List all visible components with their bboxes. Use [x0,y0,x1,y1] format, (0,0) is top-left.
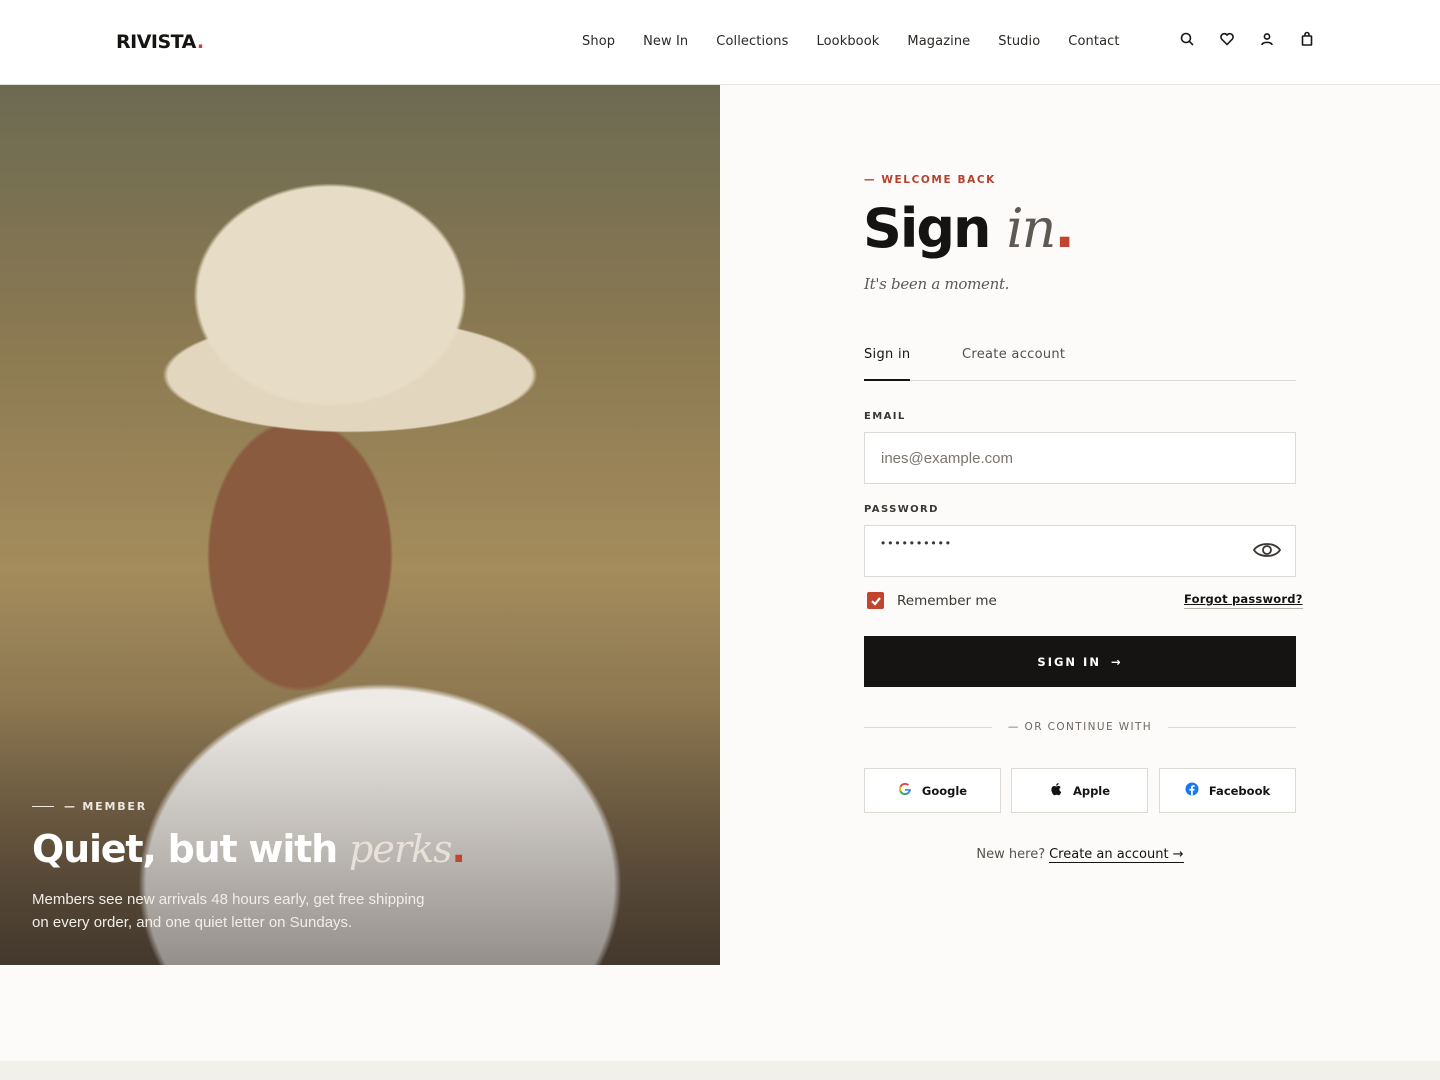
brand-dot: . [196,31,204,53]
password-value: •••••••••• [881,536,954,550]
sign-in-button-label: SIGN IN [1037,654,1101,669]
nav-new-in[interactable]: New In [643,34,688,49]
apple-button-label: Apple [1072,783,1111,798]
apple-button[interactable]: Apple [1011,768,1148,813]
apple-icon [1049,782,1063,799]
email-label: EMAIL [864,411,906,422]
site-header: RIVISTA. Shop New In Collections Lookboo… [0,0,1440,85]
password-field[interactable] [864,525,1296,577]
create-account-link[interactable]: Create an account → [1049,847,1184,863]
facebook-button-label: Facebook [1208,783,1271,798]
welcome-kicker: — WELCOME BACK [864,174,996,186]
header-icons [1178,30,1316,48]
brand-name: RIVISTA [116,31,196,53]
user-icon[interactable] [1258,30,1276,48]
heart-icon[interactable] [1218,30,1236,48]
main-nav: Shop New In Collections Lookbook Magazin… [582,34,1148,49]
nav-lookbook[interactable]: Lookbook [816,34,879,49]
hero-kicker-text: — MEMBER [64,800,148,813]
nav-shop[interactable]: Shop [582,34,615,49]
new-here-row: New here? Create an account → [864,847,1296,863]
nav-contact[interactable]: Contact [1068,34,1119,49]
tab-create-account[interactable]: Create account [962,347,1065,381]
divider-label: — OR CONTINUE WITH [1007,721,1153,733]
facebook-button[interactable]: Facebook [1159,768,1296,813]
google-button-label: Google [921,783,968,798]
hero-title-italic: perks [349,827,453,871]
hero-title-dot: . [451,827,466,871]
bag-icon[interactable] [1298,30,1316,48]
email-field[interactable] [864,432,1296,484]
hero-body: Members see new arrivals 48 hours early,… [32,891,425,931]
tab-sign-in[interactable]: Sign in [864,347,911,381]
eye-icon[interactable] [1252,539,1282,561]
new-here-text: New here? [976,847,1046,862]
google-button[interactable]: Google [864,768,1001,813]
hero-title: Quiet, but with perks. [32,827,466,871]
hero-kicker-rule [32,806,54,807]
hero-title-main: Quiet, but with [32,827,350,871]
google-icon [898,782,912,799]
page-title: Sign in. [863,197,1075,260]
brand-logo[interactable]: RIVISTA. [116,31,204,53]
remember-me[interactable]: Remember me [867,592,997,609]
auth-tabs: Sign in Create account [864,347,1296,381]
arrow-right-icon: → [1110,654,1123,669]
nav-studio[interactable]: Studio [998,34,1040,49]
divider-line-right [1168,726,1297,728]
signin-panel: — WELCOME BACK Sign in. It's been a mome… [720,85,1440,965]
title-italic: in [1006,197,1056,260]
hero-image-panel: — MEMBER Quiet, but with perks. Members … [0,85,720,965]
remember-checkbox[interactable] [867,592,884,609]
nav-magazine[interactable]: Magazine [907,34,970,49]
remember-label: Remember me [897,592,997,609]
page-subtitle: It's been a moment. [864,275,1010,293]
nav-collections[interactable]: Collections [716,34,788,49]
forgot-password-link[interactable]: Forgot password? [1184,592,1303,609]
social-divider: — OR CONTINUE WITH [864,719,1297,735]
facebook-icon [1185,782,1199,799]
password-label: PASSWORD [864,504,939,515]
title-main: Sign [863,197,1007,260]
search-icon[interactable] [1178,30,1196,48]
hero-kicker: — MEMBER [32,800,147,813]
title-dot: . [1054,197,1074,260]
sign-in-button[interactable]: SIGN IN → [864,636,1296,687]
footer-strip [0,1061,1440,1080]
divider-line-left [864,726,992,728]
